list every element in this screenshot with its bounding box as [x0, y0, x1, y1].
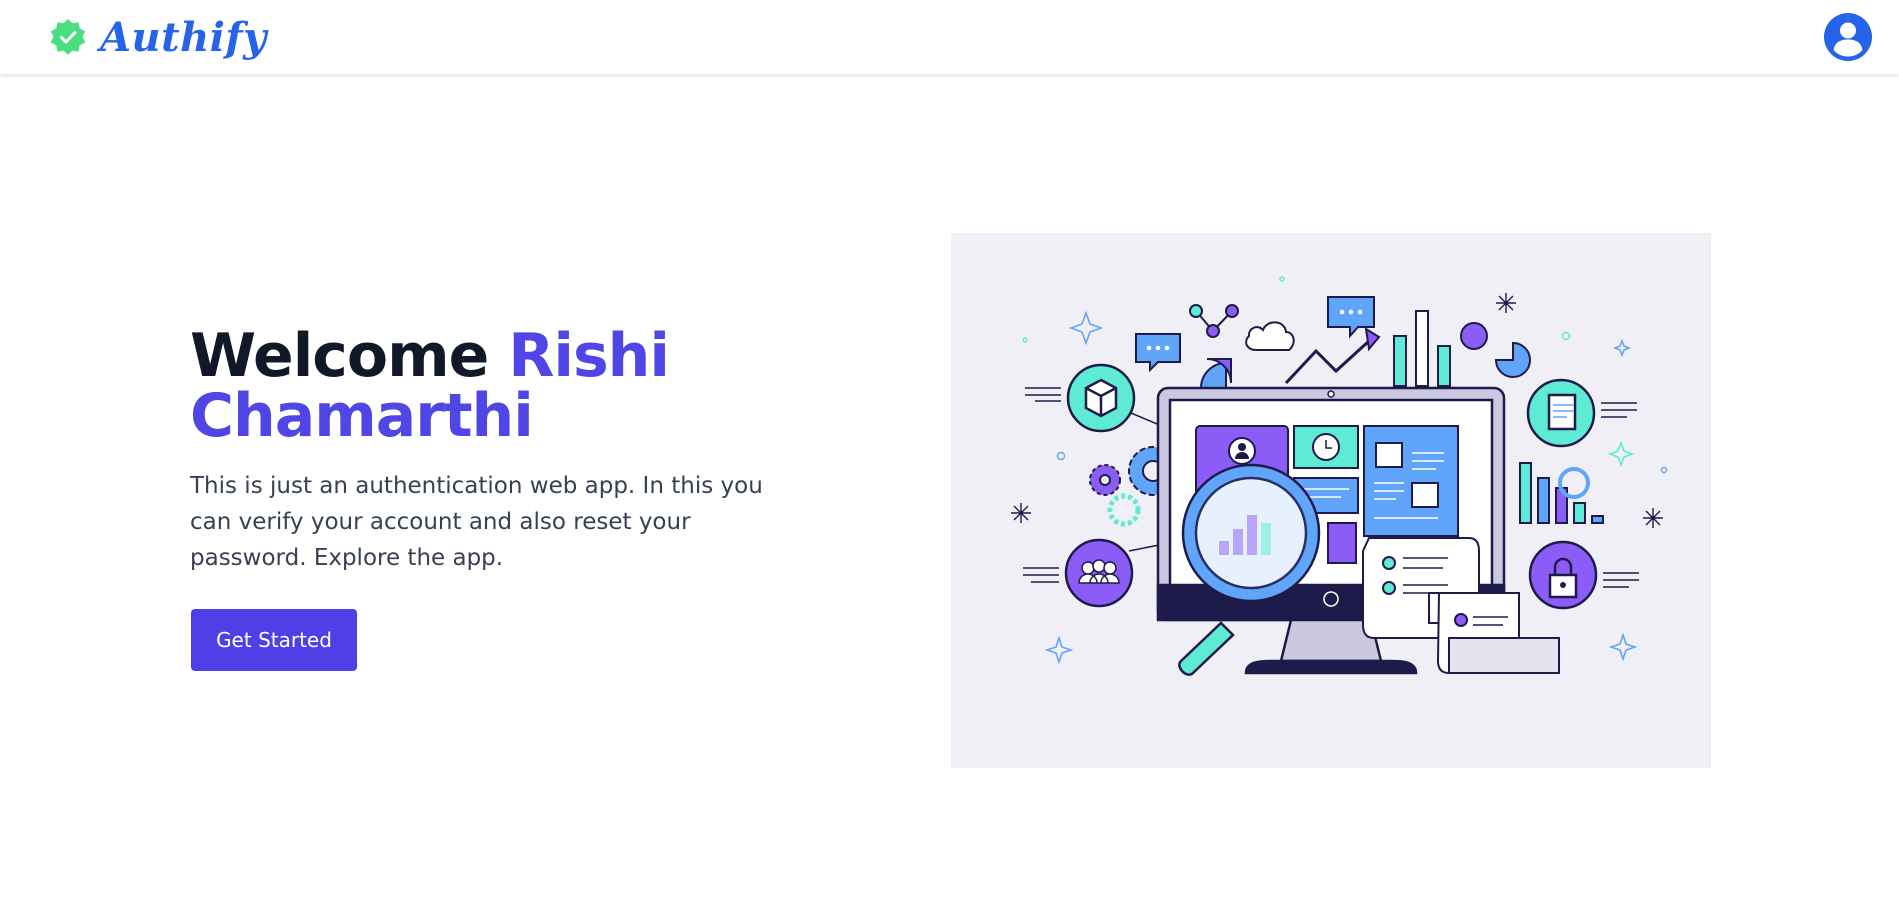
hero-section: Welcome Rishi Chamarthi This is just an …	[190, 326, 830, 576]
hero-heading: Welcome Rishi Chamarthi	[190, 326, 830, 446]
top-navbar: Authify	[0, 0, 1899, 74]
sparkle-icon	[1607, 440, 1635, 468]
get-started-button[interactable]: Get Started	[191, 609, 357, 671]
burst-icon	[1496, 293, 1516, 313]
hero-description: This is just an authentication web app. …	[190, 473, 763, 571]
brand-name: Authify	[100, 13, 267, 61]
user-circle-icon	[1824, 13, 1872, 61]
sparkle-icon	[1608, 632, 1638, 662]
sparkle-icon	[1044, 635, 1074, 665]
sparkle-icon	[1068, 310, 1104, 346]
burst-icon	[1011, 503, 1031, 523]
burst-icon	[1643, 508, 1663, 528]
brand-logo[interactable]: Authify	[48, 14, 267, 61]
analytics-dashboard-illustration	[1011, 276, 1668, 676]
hero-illustration	[951, 233, 1711, 768]
user-avatar-button[interactable]	[1823, 12, 1873, 62]
sparkle-icon	[1612, 338, 1632, 358]
verified-badge-icon	[50, 19, 86, 55]
